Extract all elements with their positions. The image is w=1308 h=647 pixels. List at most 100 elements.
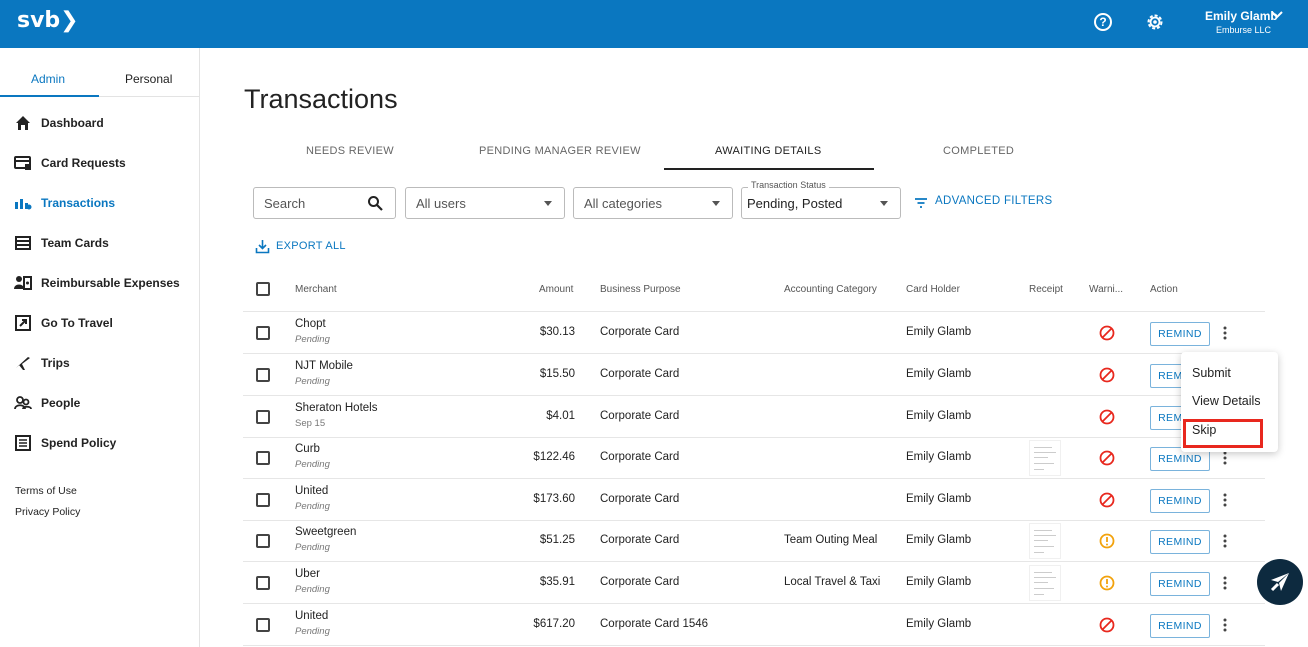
column-header-amount[interactable]: Amount [539, 284, 573, 295]
tab-personal[interactable]: Personal [125, 72, 172, 86]
more-options-icon[interactable] [1223, 493, 1227, 507]
select-all-checkbox[interactable] [256, 282, 270, 296]
sidebar-item-label: Transactions [41, 196, 116, 210]
business-purpose: Corporate Card [600, 368, 680, 380]
merchant-name[interactable]: Sheraton Hotels [295, 402, 377, 414]
sidebar-item-trips[interactable]: Trips [0, 348, 199, 378]
advanced-filters-button[interactable]: ADVANCED FILTERS [935, 195, 1052, 207]
column-header-receipt: Receipt [1029, 284, 1063, 295]
sidebar-item-team-cards[interactable]: Team Cards [0, 228, 199, 258]
merchant-name[interactable]: NJT Mobile [295, 360, 353, 372]
terms-of-use-link[interactable]: Terms of Use [15, 485, 77, 497]
row-checkbox[interactable] [256, 451, 270, 465]
business-purpose: Corporate Card [600, 451, 680, 463]
team-cards-icon [15, 236, 31, 250]
table-row[interactable]: Sheraton Hotels Sep 15 $4.01 Corporate Card… [243, 396, 1265, 438]
table-row[interactable]: Curb Pending $122.46 Corporate Card Emily Gl… [243, 437, 1265, 479]
menu-item-submit[interactable]: Submit [1192, 366, 1231, 380]
tab-awaiting-details[interactable]: AWAITING DETAILS [715, 145, 821, 157]
sidebar-item-transactions[interactable]: Transactions [0, 188, 199, 218]
column-header-card-holder[interactable]: Card Holder [906, 284, 960, 295]
menu-item-view-details[interactable]: View Details [1192, 394, 1261, 408]
sidebar-item-spend-policy[interactable]: Spend Policy [0, 428, 199, 458]
error-icon [1099, 367, 1115, 383]
filter-icon[interactable] [914, 197, 928, 209]
business-purpose: Corporate Card [600, 326, 680, 338]
search-icon[interactable] [367, 195, 383, 211]
row-checkbox[interactable] [256, 368, 270, 382]
sidebar-item-card-requests[interactable]: Card Requests [0, 148, 199, 178]
merchant-name[interactable]: United [295, 610, 328, 622]
remind-button[interactable]: REMIND [1150, 322, 1210, 346]
row-divider [243, 645, 1265, 646]
sidebar-item-go-to-travel[interactable]: Go To Travel [0, 308, 199, 338]
merchant-name[interactable]: Sweetgreen [295, 526, 356, 538]
column-header-business-purpose[interactable]: Business Purpose [600, 284, 681, 295]
remind-button[interactable]: REMIND [1150, 489, 1210, 513]
row-checkbox[interactable] [256, 410, 270, 424]
user-organization: Emburse LLC [1216, 25, 1272, 35]
user-name[interactable]: Emily Glamb [1205, 9, 1278, 23]
sidebar-item-dashboard[interactable]: Dashboard [0, 108, 199, 138]
column-header-action: Action [1150, 284, 1178, 295]
warning-icon [1099, 575, 1115, 591]
policy-icon [15, 435, 31, 451]
categories-select[interactable]: All categories [573, 187, 733, 219]
users-select[interactable]: All users [405, 187, 565, 219]
sidebar-item-label: Dashboard [41, 116, 104, 130]
more-options-icon[interactable] [1223, 618, 1227, 632]
table-row[interactable]: United Pending $173.60 Corporate Card Emily … [243, 479, 1265, 521]
tab-completed[interactable]: COMPLETED [943, 145, 1014, 157]
receipt-thumbnail[interactable] [1029, 523, 1061, 559]
error-icon [1099, 617, 1115, 633]
gear-icon[interactable] [1145, 12, 1165, 32]
merchant-name[interactable]: Uber [295, 568, 320, 580]
tab-needs-review[interactable]: NEEDS REVIEW [306, 145, 394, 157]
more-options-icon[interactable] [1223, 534, 1227, 548]
help-icon[interactable]: ? [1094, 13, 1112, 31]
table-row[interactable]: United Pending $617.20 Corporate Card 1546 E… [243, 604, 1265, 646]
business-purpose: Corporate Card [600, 534, 680, 546]
sidebar-item-people[interactable]: People [0, 388, 199, 418]
sidebar-item-reimbursable-expenses[interactable]: Reimbursable Expenses [0, 268, 199, 298]
export-all-button[interactable]: EXPORT ALL [276, 240, 346, 252]
chat-launcher-button[interactable] [1257, 559, 1303, 605]
chevron-down-icon[interactable] [1271, 11, 1283, 19]
merchant-name[interactable]: United [295, 485, 328, 497]
active-tab-indicator [0, 95, 99, 97]
table-row[interactable]: NJT Mobile Pending $15.50 Corporate Card Emi… [243, 354, 1265, 396]
search-input[interactable]: Search [253, 187, 396, 219]
svb-logo[interactable]: svb❯ [17, 8, 79, 33]
row-checkbox[interactable] [256, 618, 270, 632]
card-holder: Emily Glamb [906, 534, 972, 546]
tab-pending-manager-review[interactable]: PENDING MANAGER REVIEW [479, 145, 641, 157]
row-checkbox[interactable] [256, 326, 270, 340]
active-tab-indicator [664, 168, 874, 170]
remind-button[interactable]: REMIND [1150, 614, 1210, 638]
receipt-thumbnail[interactable] [1029, 565, 1061, 601]
table-row[interactable]: Chopt Pending $30.13 Corporate Card Emily Gl… [243, 312, 1265, 354]
table-row[interactable]: Uber Pending $35.91 Corporate Card Local Tra… [243, 562, 1265, 604]
privacy-policy-link[interactable]: Privacy Policy [15, 506, 80, 518]
tab-admin[interactable]: Admin [31, 72, 65, 86]
more-options-icon[interactable] [1223, 451, 1227, 465]
more-options-icon[interactable] [1223, 576, 1227, 590]
more-options-icon[interactable] [1223, 326, 1227, 340]
column-header-merchant[interactable]: Merchant [295, 284, 337, 295]
merchant-name[interactable]: Chopt [295, 318, 326, 330]
row-checkbox[interactable] [256, 534, 270, 548]
transaction-status-select[interactable]: Pending, Posted [741, 187, 901, 219]
row-checkbox[interactable] [256, 493, 270, 507]
row-checkbox[interactable] [256, 576, 270, 590]
home-icon [16, 116, 30, 130]
column-header-accounting-category[interactable]: Accounting Category [784, 284, 877, 295]
caret-down-icon [880, 201, 888, 206]
remind-button[interactable]: REMIND [1150, 572, 1210, 596]
receipt-thumbnail[interactable] [1029, 440, 1061, 476]
download-icon[interactable] [255, 239, 270, 254]
remind-button[interactable]: REMIND [1150, 530, 1210, 554]
merchant-name[interactable]: Curb [295, 443, 320, 455]
business-purpose: Corporate Card [600, 410, 680, 422]
transaction-status: Sep 15 [295, 418, 326, 429]
table-row[interactable]: Sweetgreen Pending $51.25 Corporate Card Tea… [243, 520, 1265, 562]
